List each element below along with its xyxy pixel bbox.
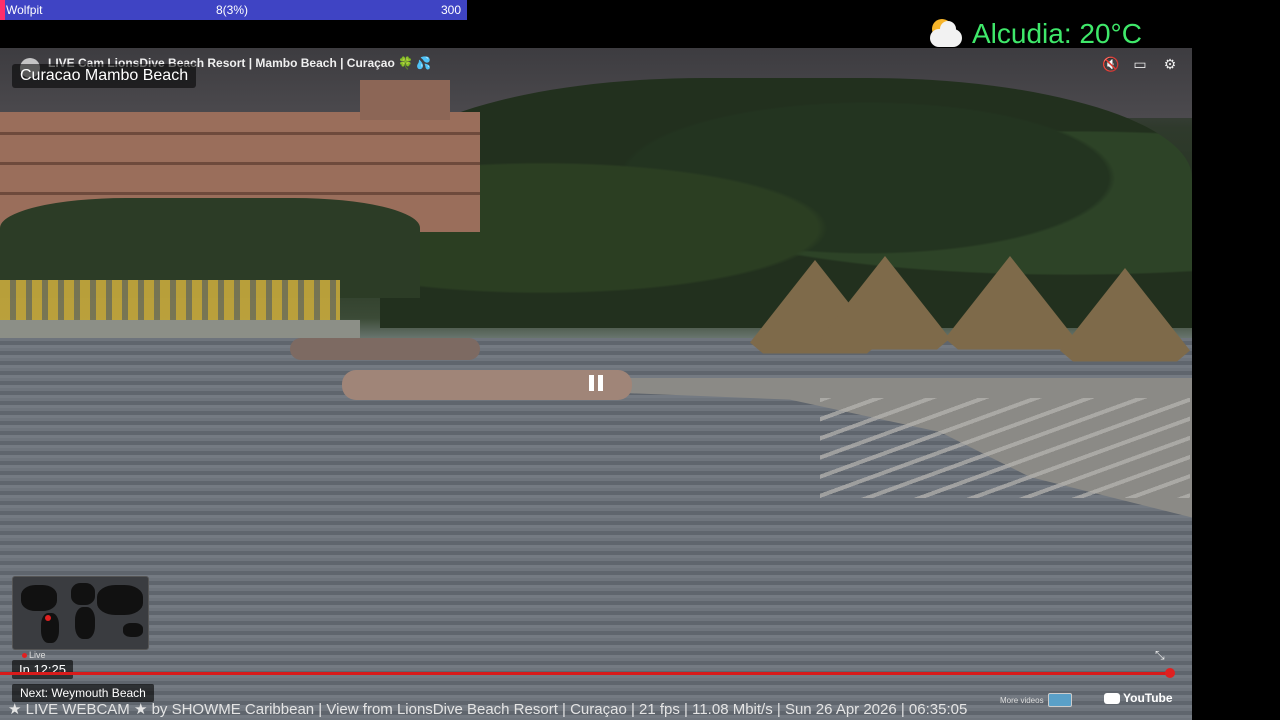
pause-icon[interactable] <box>589 375 603 391</box>
weather-text: Alcudia: 20°C <box>972 18 1142 49</box>
goal-bar-count: 8(3%) <box>216 3 249 17</box>
player-top-controls: 🔇 ▭ ⚙ <box>1102 56 1178 72</box>
camera-name-label: Curacao Mambo Beach <box>12 64 197 88</box>
fullscreen-icon[interactable]: ⤡ <box>1155 648 1165 663</box>
beach-umbrellas <box>0 280 340 320</box>
goal-bar-target: 300 <box>440 3 461 17</box>
lounge-chairs <box>820 398 1190 498</box>
video-player[interactable]: LIVE Cam LionsDive Beach Resort | Mambo … <box>0 48 1192 720</box>
goal-bar-edge <box>0 0 5 20</box>
progress-scrubber[interactable] <box>1165 668 1175 678</box>
partly-cloudy-icon <box>928 17 964 51</box>
location-pin-icon <box>45 615 51 621</box>
settings-icon[interactable]: ⚙ <box>1162 56 1178 72</box>
next-countdown: In 12:25 <box>12 660 73 679</box>
info-ticker: ★ LIVE WEBCAM ★ by SHOWME Caribbean | Vi… <box>8 701 968 718</box>
captions-icon[interactable]: ▭ <box>1132 56 1148 72</box>
video-progress-bar[interactable] <box>0 672 1172 675</box>
world-minimap <box>12 576 149 650</box>
mute-icon[interactable]: 🔇 <box>1102 56 1119 72</box>
goal-bar-name: Wolfpit <box>6 3 43 17</box>
live-indicator[interactable]: Live <box>22 650 46 660</box>
goal-progress-bar: Wolfpit 8(3%) 300 <box>0 0 467 20</box>
